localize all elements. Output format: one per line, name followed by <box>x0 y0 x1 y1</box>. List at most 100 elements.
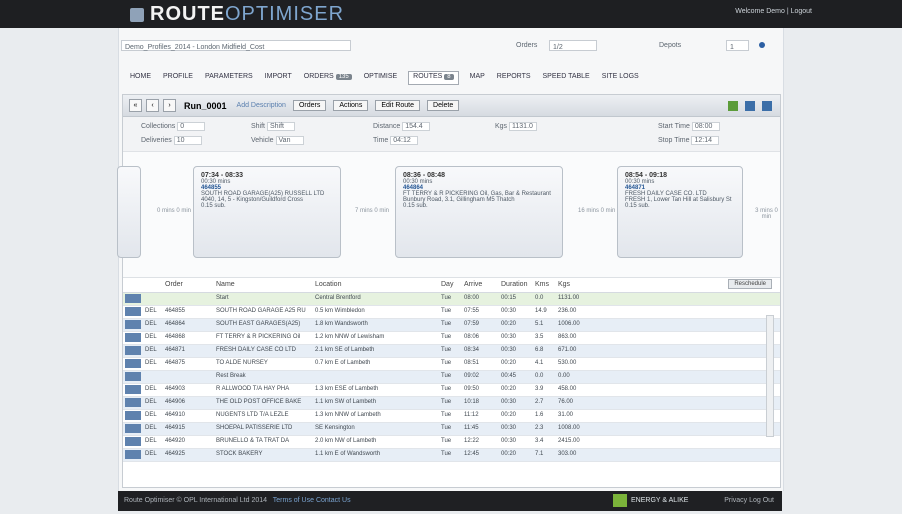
prev-route-button[interactable]: ‹ <box>146 99 159 112</box>
timeline-stop[interactable]: 08:36 - 08:48 00:30 mins 464864 FT TERRY… <box>395 166 563 258</box>
export-icon[interactable] <box>728 100 738 111</box>
row-select-handle[interactable] <box>125 424 141 433</box>
footer: Route Optimiser © OPL International Ltd … <box>118 491 782 511</box>
row-select-handle[interactable] <box>125 437 141 446</box>
timeline-stop[interactable]: 07:34 - 08:33 00:30 mins 464855 SOUTH RO… <box>193 166 341 258</box>
row-select-handle[interactable] <box>125 307 141 316</box>
row-select-handle[interactable] <box>125 398 141 407</box>
col-location[interactable]: Location <box>315 281 341 288</box>
cell-name: NUGENTS LTD T/A LEZLE <box>216 412 289 418</box>
cell-kgs: 31.00 <box>558 412 574 418</box>
col-name[interactable]: Name <box>216 281 235 288</box>
table-row[interactable]: DEL 464864 SOUTH EAST GARAGES(A25) 1.8 km W… <box>123 319 780 332</box>
row-select-handle[interactable] <box>125 320 141 329</box>
edit-route-button[interactable]: Edit Route <box>375 100 421 111</box>
table-row[interactable]: DEL 464920 BRUNELLO & TA TRAT DA 2.0 km NW … <box>123 436 780 449</box>
table-row[interactable]: DEL 464855 SOUTH ROAD GARAGE A25 RU 0.5 km … <box>123 306 780 319</box>
col-day[interactable]: Day <box>441 281 453 288</box>
cell-dur: 00:30 <box>501 399 517 405</box>
nav-routes[interactable]: ROUTES 8 <box>408 71 459 85</box>
table-row[interactable]: DEL 464906 THE OLD POST OFFICE BAKE 1.1 km … <box>123 397 780 410</box>
col-duration[interactable]: Duration <box>501 281 527 288</box>
delete-button[interactable]: Delete <box>427 100 460 111</box>
nav-import[interactable]: IMPORT <box>264 71 293 85</box>
nav-map[interactable]: MAP <box>469 71 486 85</box>
orders-button[interactable]: Orders <box>292 100 327 111</box>
reschedule-button[interactable]: Reschedule <box>728 279 772 289</box>
col-order[interactable]: Order <box>165 281 183 288</box>
next-route-button[interactable]: › <box>163 99 176 112</box>
table-row[interactable]: DEL 464871 FRESH DAILY CASE CO LTD 2.1 km S… <box>123 345 780 358</box>
cell-arrive: 08:06 <box>464 334 480 340</box>
table-row[interactable]: DEL 464910 NUGENTS LTD T/A LEZLE 1.3 km NNW… <box>123 410 780 423</box>
logo[interactable]: ROUTEOPTIMISER <box>130 3 344 26</box>
main-nav: HOME PROFILE PARAMETERS IMPORT ORDERS 13… <box>129 71 779 85</box>
row-select-handle[interactable] <box>125 333 141 342</box>
nav-site-logs[interactable]: SITE LOGS <box>601 71 640 85</box>
row-select-handle[interactable] <box>125 450 141 459</box>
print-icon[interactable] <box>745 100 755 111</box>
table-row[interactable]: DEL 464915 SHOEPAL PATISSERIE LTD SE Kensin… <box>123 423 780 436</box>
cell-name: Start <box>216 295 229 301</box>
footer-links[interactable]: Terms of Use Contact Us <box>273 497 351 504</box>
user-links[interactable]: Welcome Demo | Logout <box>735 8 812 15</box>
nav-optimise[interactable]: OPTIMISE <box>363 71 398 85</box>
cell-name: BRUNELLO & TA TRAT DA <box>216 438 290 444</box>
top-bar: ROUTEOPTIMISER Welcome Demo | Logout <box>0 0 902 28</box>
nav-home[interactable]: HOME <box>129 71 152 85</box>
cell-dur: 00:20 <box>501 360 517 366</box>
cell-name: SOUTH ROAD GARAGE A25 RU <box>216 308 306 314</box>
table-row[interactable]: DEL 464875 TO ALDE NURSEY 0.7 km E of Lambe… <box>123 358 780 371</box>
row-select-handle[interactable] <box>125 372 141 381</box>
row-select-handle[interactable] <box>125 294 141 303</box>
orders-select[interactable]: 1/2 <box>549 40 597 51</box>
cell-day: Tue <box>441 412 452 418</box>
nav-orders[interactable]: ORDERS 135 <box>303 71 353 85</box>
cell-day: Tue <box>441 451 452 457</box>
col-kgs[interactable]: Kgs <box>558 281 570 288</box>
nav-parameters[interactable]: PARAMETERS <box>204 71 254 85</box>
stops-grid: Order Name Location Day Arrive Duration … <box>123 278 780 462</box>
cell-dur: 00:20 <box>501 412 517 418</box>
cell-day: Tue <box>441 399 452 405</box>
timeline-stop-partial[interactable] <box>117 166 141 258</box>
collections-field: Collections 0 <box>141 122 206 131</box>
table-row[interactable]: Start Central Brentford Tue 08:00 00:15 0.0 11… <box>123 293 780 306</box>
table-row[interactable]: DEL 464903 R ALLWOOD T/A HAY PHA 1.3 km ESE… <box>123 384 780 397</box>
nav-profile[interactable]: PROFILE <box>162 71 194 85</box>
profile-select[interactable]: Demo_Profiles_2014 - London Midfield_Cos… <box>121 40 351 51</box>
add-description-link[interactable]: Add Description <box>237 102 286 109</box>
cell-type: DEL <box>145 360 157 366</box>
cell-kms: 0.0 <box>535 373 544 379</box>
col-kms[interactable]: Kms <box>535 281 549 288</box>
cell-type: DEL <box>145 308 157 314</box>
nav-reports[interactable]: REPORTS <box>496 71 532 85</box>
col-arrive[interactable]: Arrive <box>464 281 482 288</box>
table-row[interactable]: Rest Break Tue 09:02 00:45 0.0 0.00 <box>123 371 780 384</box>
cell-loc: 2.0 km NW of Lambeth <box>315 438 377 444</box>
footer-right-links[interactable]: Privacy Log Out <box>724 497 774 504</box>
cell-order: 464903 <box>165 386 186 392</box>
table-row[interactable]: DEL 464868 FT TERRY & R PICKERING Oil 1.2 k… <box>123 332 780 345</box>
nav-speed-table[interactable]: SPEED TABLE <box>542 71 591 85</box>
first-route-button[interactable]: « <box>129 99 142 112</box>
depot-select[interactable]: 1 <box>726 40 749 51</box>
actions-button[interactable]: Actions <box>333 100 369 111</box>
timeline-connector: 3 mins 0 min <box>755 208 778 220</box>
cell-type: DEL <box>145 334 157 340</box>
row-select-handle[interactable] <box>125 346 141 355</box>
cell-loc: 0.5 km Wimbledon <box>315 308 365 314</box>
row-select-handle[interactable] <box>125 385 141 394</box>
cell-arrive: 08:51 <box>464 360 480 366</box>
cell-dur: 00:30 <box>501 438 517 444</box>
cell-order: 464906 <box>165 399 186 405</box>
map-icon[interactable] <box>762 100 772 111</box>
row-select-handle[interactable] <box>125 411 141 420</box>
table-row[interactable]: DEL 464925 STOCK BAKERY 1.1 km E of Wandswo… <box>123 449 780 462</box>
timeline-stop[interactable]: 08:54 - 09:18 00:30 mins 464871 FRESH DA… <box>617 166 743 258</box>
row-select-handle[interactable] <box>125 359 141 368</box>
cell-kgs: 458.00 <box>558 386 577 392</box>
cell-order: 464864 <box>165 321 186 327</box>
cell-dur: 00:45 <box>501 373 517 379</box>
grid-scrollbar[interactable] <box>766 315 774 437</box>
